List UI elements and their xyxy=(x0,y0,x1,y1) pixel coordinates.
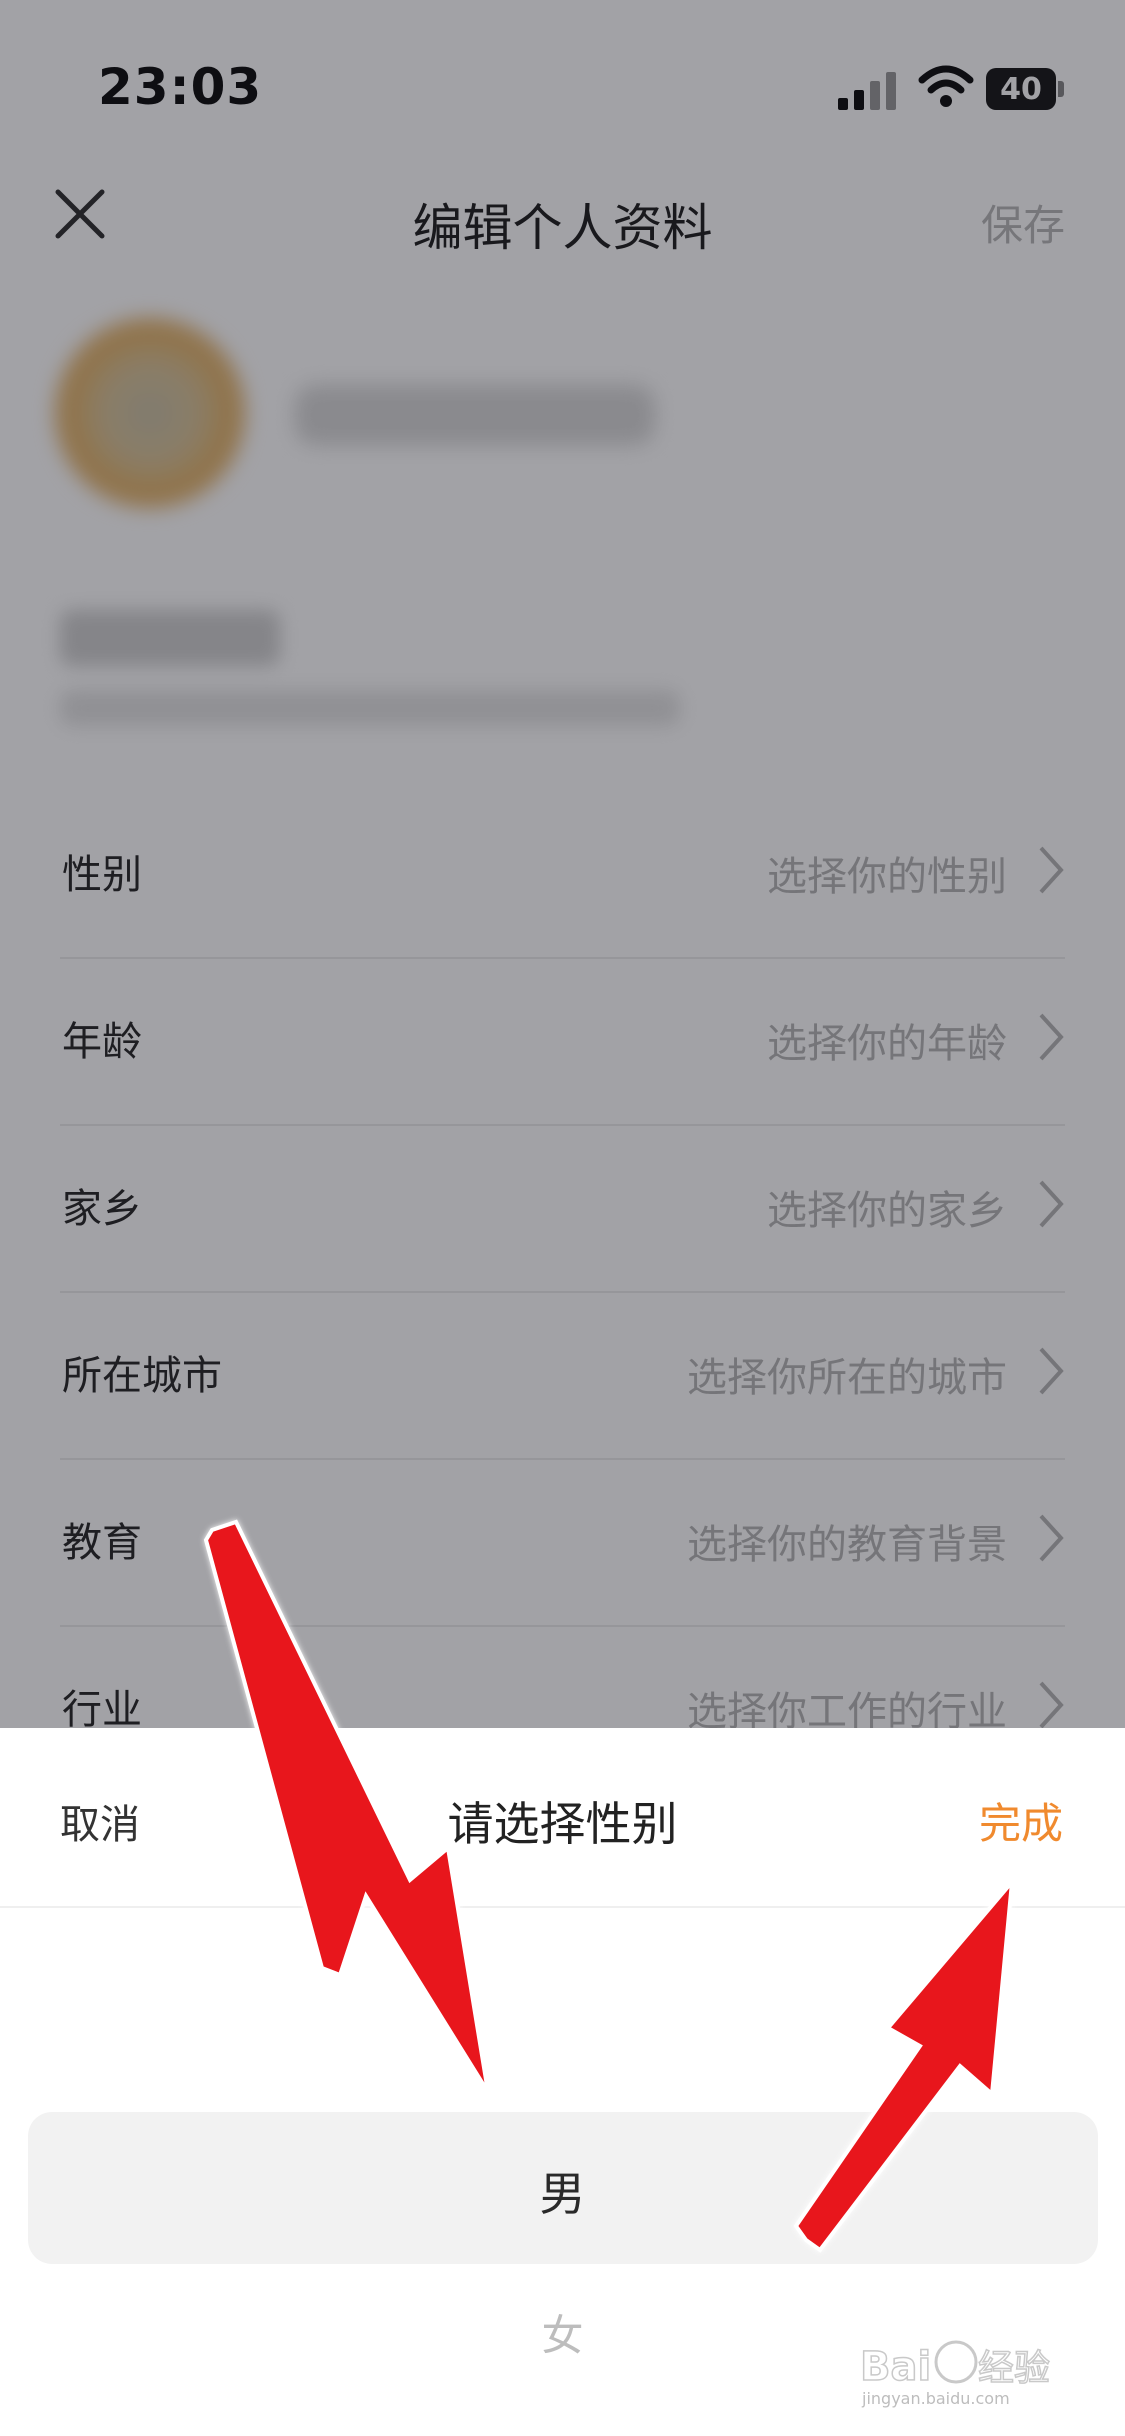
svg-text:jingyan.baidu.com: jingyan.baidu.com xyxy=(861,2389,1010,2408)
baidu-jingyan-watermark: Bai 经验 jingyan.baidu.com xyxy=(860,2340,1051,2408)
sheet-header: 取消 请选择性别 完成 xyxy=(0,1728,1125,1908)
svg-text:Bai: Bai xyxy=(860,2344,931,2390)
done-button[interactable]: 完成 xyxy=(979,1790,1063,1851)
sheet-title: 请选择性别 xyxy=(447,1797,678,1851)
svg-text:经验: 经验 xyxy=(978,2348,1050,2389)
picker-option-male[interactable]: 男 xyxy=(0,2158,1125,2224)
